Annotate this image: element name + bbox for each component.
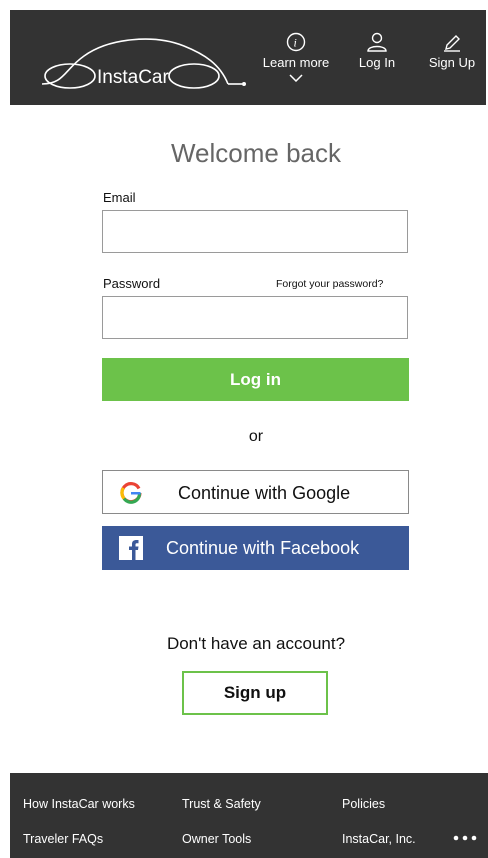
nav-learn-more-label: Learn more	[262, 55, 330, 70]
pencil-icon	[444, 35, 460, 52]
facebook-login-label: Continue with Facebook	[166, 538, 360, 558]
brand-text: InstaCar	[97, 67, 169, 88]
info-icon: i	[286, 32, 306, 52]
password-field[interactable]	[102, 296, 408, 339]
google-login-label: Continue with Google	[178, 483, 351, 503]
nav-sign-up-label: Sign Up	[428, 55, 476, 70]
google-icon	[120, 482, 142, 504]
facebook-login-button[interactable]: Continue with Facebook	[102, 526, 409, 570]
footer-link-how-it-works[interactable]: How InstaCar works	[23, 797, 135, 811]
signup-button[interactable]: Sign up	[182, 671, 328, 715]
chevron-down-icon	[289, 74, 303, 82]
google-login-button[interactable]: Continue with Google	[102, 470, 409, 514]
nav-sign-up[interactable]: Sign Up	[422, 32, 482, 70]
svg-text:i: i	[294, 36, 297, 50]
footer-link-company[interactable]: InstaCar, Inc.	[342, 832, 416, 846]
email-label: Email	[103, 190, 136, 205]
or-separator: or	[248, 428, 264, 445]
footer: How InstaCar works Trust & Safety Polici…	[10, 773, 488, 858]
footer-link-traveler-faqs[interactable]: Traveler FAQs	[23, 832, 103, 846]
password-label: Password	[103, 276, 161, 291]
nav-log-in[interactable]: Log In	[352, 32, 402, 70]
email-field[interactable]	[102, 210, 408, 253]
instacar-logo[interactable]: InstaCar	[24, 26, 254, 98]
forgot-password-link[interactable]: Forgot your password?	[276, 278, 383, 290]
footer-link-policies[interactable]: Policies	[342, 797, 385, 811]
more-icon[interactable]	[453, 834, 479, 842]
footer-link-owner-tools[interactable]: Owner Tools	[182, 832, 251, 846]
login-button[interactable]: Log in	[102, 358, 409, 401]
facebook-icon	[119, 536, 143, 560]
user-icon	[367, 32, 387, 52]
no-account-text: Don't have an account?	[166, 634, 346, 653]
header: InstaCar i Learn more Log In Sign Up	[10, 10, 486, 105]
footer-link-trust-safety[interactable]: Trust & Safety	[182, 797, 261, 811]
nav-log-in-label: Log In	[358, 55, 396, 70]
nav-learn-more[interactable]: i Learn more	[256, 32, 336, 82]
page-title: Welcome back	[170, 138, 342, 168]
